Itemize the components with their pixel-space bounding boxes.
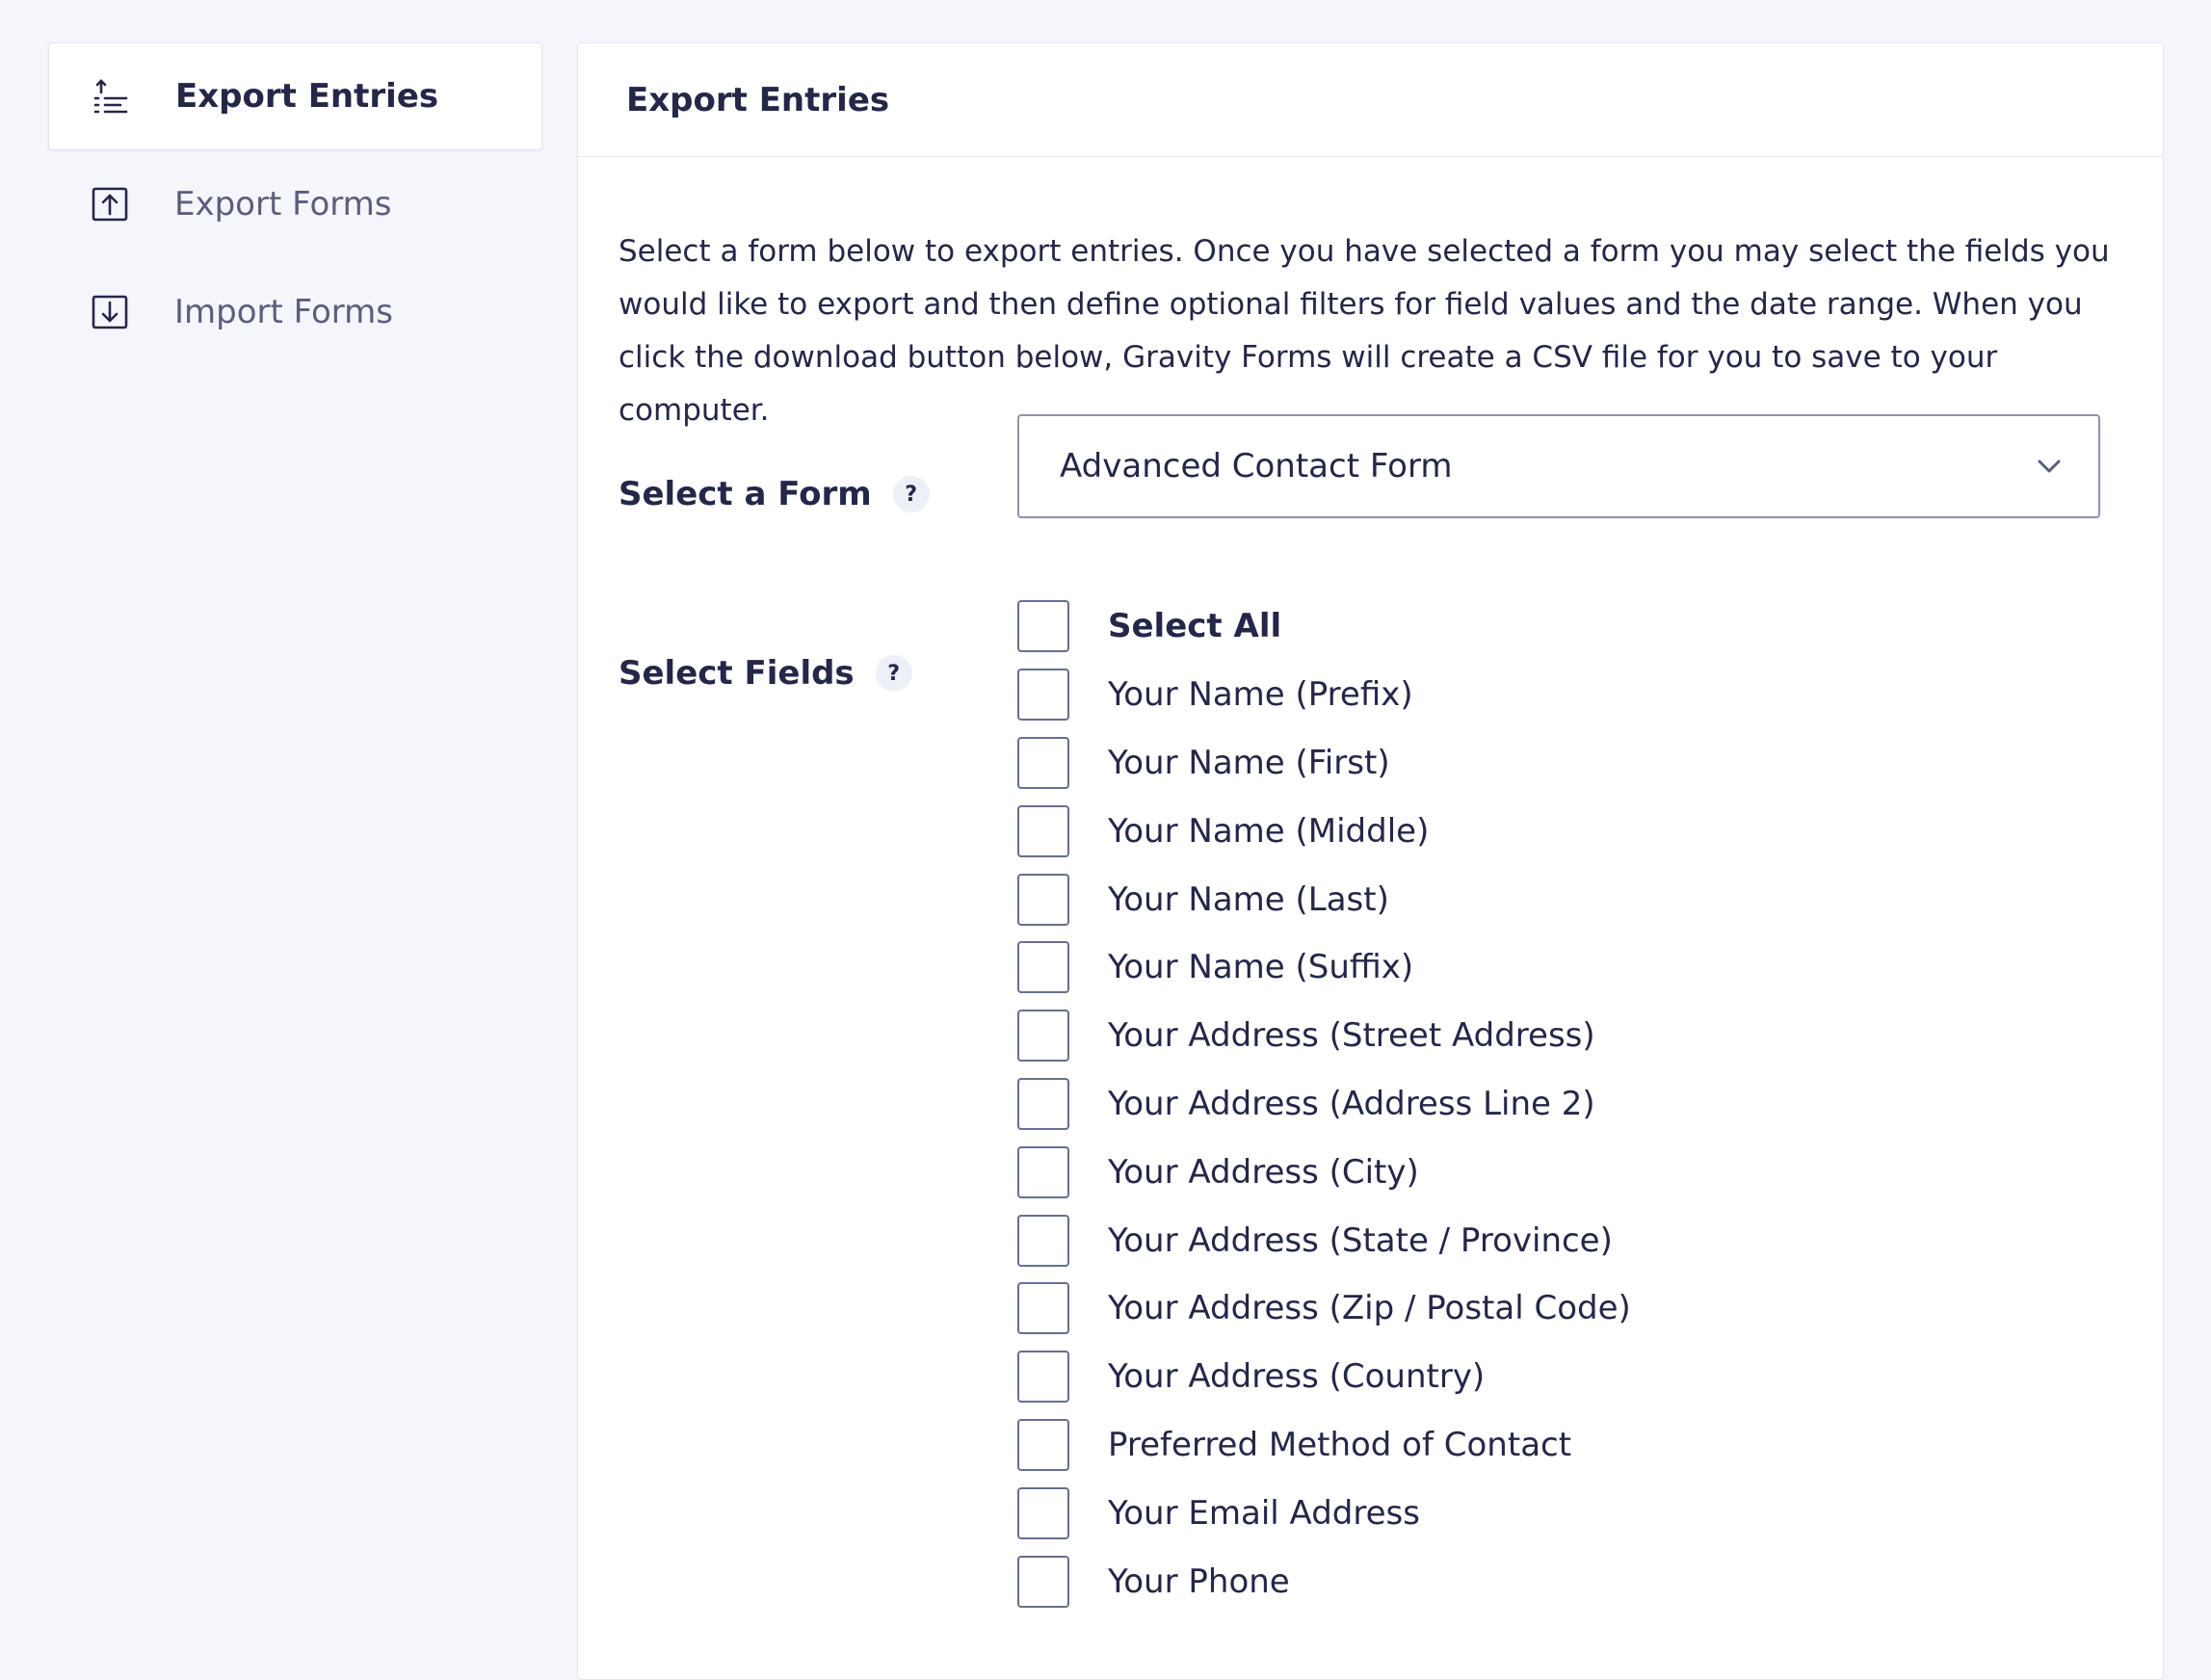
sidebar-item-label: Export Forms [174,185,392,223]
select-all-checkbox-row[interactable]: Select All [1017,592,1631,661]
field-checkbox-list: Select All Your Name (Prefix) Your Name (F… [1017,592,1631,1615]
field-checkbox[interactable] [1017,804,1069,857]
field-checkbox-label: Your Name (Suffix) [1108,948,1414,987]
field-checkbox[interactable] [1017,1418,1069,1471]
form-select-value: Advanced Contact Form [1060,447,1453,486]
select-fields-label-row: Select Fields ? [619,654,912,693]
field-checkbox-row[interactable]: Your Address (Country) [1017,1343,1631,1411]
panel-header: Export Entries [578,43,2163,157]
field-checkbox-label: Your Email Address [1108,1493,1420,1533]
sidebar-item-export-forms[interactable]: Export Forms [48,150,542,258]
select-form-label-row: Select a Form ? [619,475,930,513]
field-checkbox-row[interactable]: Your Address (State / Province) [1017,1206,1631,1274]
export-list-icon [92,77,130,116]
field-checkbox[interactable] [1017,941,1069,994]
field-checkbox-label: Your Address (City) [1108,1152,1419,1192]
field-checkbox[interactable] [1017,1555,1069,1608]
field-checkbox-label: Your Address (State / Province) [1108,1221,1613,1260]
field-checkbox[interactable] [1017,873,1069,926]
field-checkbox-row[interactable]: Your Address (Address Line 2) [1017,1070,1631,1139]
form-select-dropdown[interactable]: Advanced Contact Form [1017,414,2100,518]
sidebar-item-import-forms[interactable]: Import Forms [48,258,542,366]
field-checkbox[interactable] [1017,736,1069,789]
field-checkbox-label: Your Name (Last) [1108,879,1389,919]
download-box-icon [91,293,129,331]
field-checkbox-row[interactable]: Your Address (Zip / Postal Code) [1017,1274,1631,1343]
field-checkbox-row[interactable]: Your Name (Last) [1017,865,1631,933]
field-checkbox-label: Your Name (Middle) [1108,811,1430,851]
panel-description: Select a form below to export entries. O… [619,234,2110,428]
select-fields-label: Select Fields [619,654,855,693]
chevron-down-icon [2033,450,2066,483]
field-checkbox[interactable] [1017,1145,1069,1198]
field-checkbox-label: Your Address (Address Line 2) [1108,1084,1595,1123]
field-checkbox-label: Your Phone [1108,1562,1290,1601]
sidebar-item-label: Export Entries [175,77,439,116]
field-checkbox[interactable] [1017,1351,1069,1404]
field-checkbox-row[interactable]: Your Name (First) [1017,729,1631,798]
export-entries-panel: Export Entries Select a form below to ex… [577,42,2164,1680]
field-checkbox[interactable] [1017,1282,1069,1335]
sidebar-item-label: Import Forms [174,293,394,331]
panel-title: Export Entries [626,80,890,119]
select-form-label: Select a Form [619,475,872,513]
field-checkbox[interactable] [1017,1486,1069,1539]
field-checkbox-label: Select All [1108,607,1282,646]
field-checkbox-label: Your Name (Prefix) [1108,675,1413,715]
select-form-help-icon[interactable]: ? [892,476,930,512]
field-checkbox-row[interactable]: Your Email Address [1017,1479,1631,1547]
field-checkbox-label: Your Address (Country) [1108,1357,1486,1397]
field-checkbox-label: Preferred Method of Contact [1108,1425,1572,1464]
field-checkbox-row[interactable]: Your Name (Prefix) [1017,661,1631,729]
field-checkbox-row[interactable]: Preferred Method of Contact [1017,1411,1631,1480]
field-checkbox[interactable] [1017,1010,1069,1063]
field-checkbox[interactable] [1017,1214,1069,1267]
sidebar-item-export-entries[interactable]: Export Entries [48,42,542,150]
sidebar-nav: Export Entries Export Forms Import Forms [48,42,542,366]
select-fields-help-icon[interactable]: ? [875,655,912,692]
field-checkbox[interactable] [1017,669,1069,722]
field-checkbox-label: Your Address (Zip / Postal Code) [1108,1289,1631,1328]
field-checkbox-label: Your Name (First) [1108,743,1390,782]
select-all-checkbox[interactable] [1017,600,1069,653]
field-checkbox-row[interactable]: Your Address (Street Address) [1017,1002,1631,1070]
field-checkbox-row[interactable]: Your Name (Suffix) [1017,933,1631,1002]
field-checkbox-row[interactable]: Your Address (City) [1017,1138,1631,1206]
field-checkbox-row[interactable]: Your Name (Middle) [1017,797,1631,865]
upload-box-icon [91,185,129,223]
field-checkbox-row[interactable]: Your Phone [1017,1547,1631,1615]
field-checkbox[interactable] [1017,1077,1069,1130]
field-checkbox-label: Your Address (Street Address) [1108,1016,1595,1056]
